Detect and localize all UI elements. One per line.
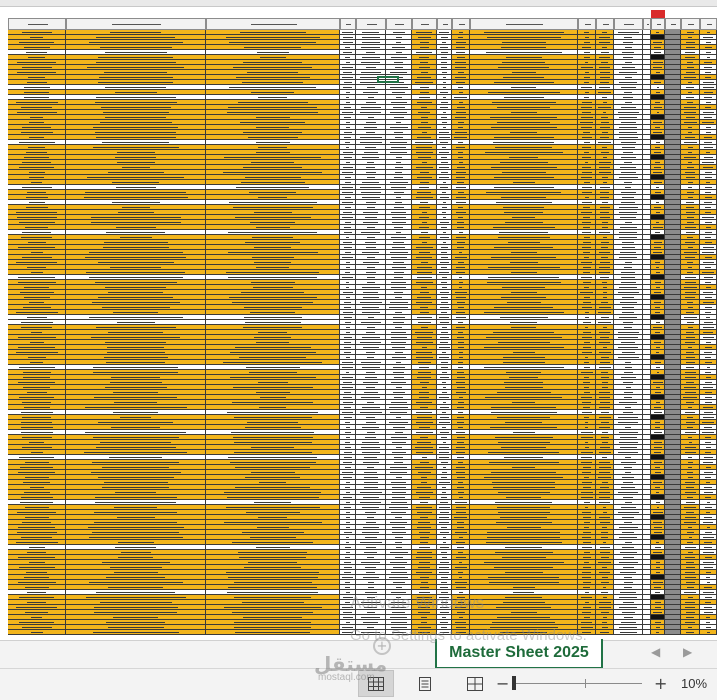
table-cell xyxy=(596,630,614,635)
table-cell xyxy=(651,630,665,635)
triangle-right-icon[interactable]: ▶ xyxy=(683,645,692,659)
page-layout-icon xyxy=(419,676,431,691)
column-header-cell xyxy=(614,18,643,30)
table-cell xyxy=(8,630,66,635)
column-header-cell xyxy=(651,18,665,30)
column-header-cell xyxy=(665,18,681,30)
table-cell xyxy=(700,630,717,635)
column-header-cell xyxy=(412,18,437,30)
column-header-cell xyxy=(452,18,470,30)
column-header-cell xyxy=(643,18,651,30)
column-header-cell xyxy=(437,18,452,30)
column-header-cell xyxy=(340,18,356,30)
zoom-slider-track[interactable] xyxy=(512,683,642,684)
minus-icon[interactable]: − xyxy=(496,674,509,693)
logo-subtext: mostaql.com xyxy=(318,672,375,683)
zoom-level-label[interactable]: 10% xyxy=(681,676,707,691)
column-header-bar[interactable] xyxy=(0,0,717,7)
column-header-cell xyxy=(356,18,386,30)
zoom-slider-thumb[interactable] xyxy=(512,676,516,690)
column-header-cell xyxy=(681,18,700,30)
table-cell xyxy=(681,630,700,635)
page-break-icon xyxy=(467,676,483,691)
table-cell xyxy=(66,630,206,635)
active-cell-selection[interactable] xyxy=(377,76,399,83)
column-header-cell xyxy=(386,18,412,30)
plus-icon[interactable]: + xyxy=(654,674,667,693)
zoom-slider-center-mark xyxy=(585,679,586,688)
table-cell xyxy=(206,630,340,635)
red-header-mark xyxy=(651,10,665,18)
table-cell xyxy=(614,630,643,635)
page-layout-view-button[interactable] xyxy=(407,670,443,697)
column-header-cell xyxy=(8,18,66,30)
column-header-cell xyxy=(596,18,614,30)
column-header-cell xyxy=(470,18,578,30)
triangle-left-icon[interactable]: ◀ xyxy=(651,645,660,659)
page-break-view-button[interactable] xyxy=(457,670,493,697)
activation-watermark-title: Activate Windows xyxy=(350,593,485,612)
column-header-cell xyxy=(206,18,340,30)
table-cell xyxy=(643,630,651,635)
column-header-cell xyxy=(578,18,596,30)
table-cell xyxy=(665,630,681,635)
column-header-cell xyxy=(700,18,717,30)
spreadsheet-grid[interactable] xyxy=(0,0,717,640)
column-header-cell xyxy=(66,18,206,30)
